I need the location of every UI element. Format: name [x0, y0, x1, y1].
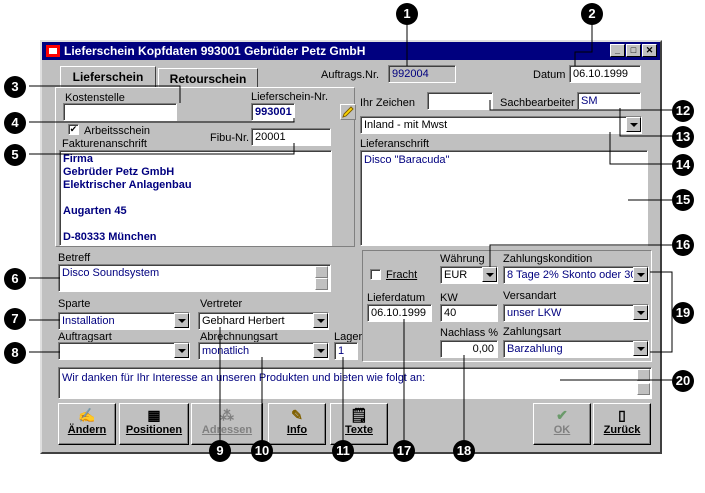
callout-17: 17: [393, 440, 415, 462]
callout-18: 18: [453, 440, 475, 462]
callout-4: 4: [4, 112, 26, 134]
callout-11: 11: [332, 440, 354, 462]
callout-12: 12: [672, 100, 694, 122]
callout-15: 15: [672, 189, 694, 211]
callout-10: 10: [251, 440, 273, 462]
callout-5: 5: [4, 144, 26, 166]
callout-9: 9: [209, 440, 231, 462]
callout-6: 6: [4, 268, 26, 290]
callout-7: 7: [4, 308, 26, 330]
callout-8: 8: [4, 342, 26, 364]
callout-13: 13: [672, 126, 694, 148]
callout-14: 14: [672, 154, 694, 176]
callout-19: 19: [672, 302, 694, 324]
callout-lines: [29, 23, 673, 440]
callout-3: 3: [4, 76, 26, 98]
callout-16: 16: [672, 234, 694, 256]
callout-20: 20: [672, 370, 694, 392]
callout-1: 1: [396, 3, 418, 25]
callout-2: 2: [581, 3, 603, 25]
